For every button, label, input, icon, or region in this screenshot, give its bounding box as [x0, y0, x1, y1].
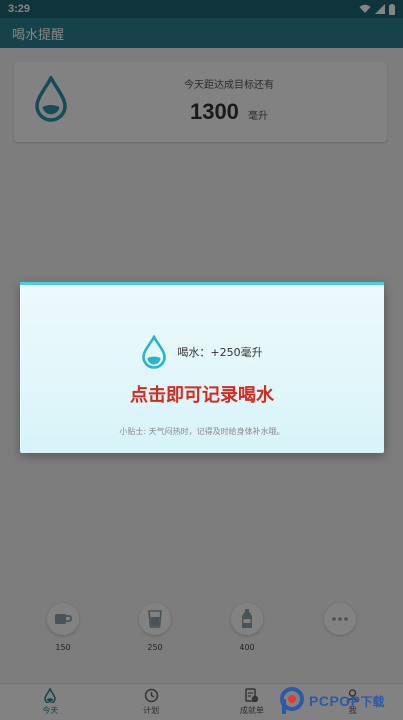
- water-drop-icon: [142, 335, 167, 369]
- watermark-suffix: 下载: [360, 694, 385, 709]
- record-drink-headline[interactable]: 点击即可记录喝水: [20, 381, 384, 407]
- watermark-text: PCPOP: [309, 693, 361, 709]
- pcpop-logo-icon: [280, 687, 304, 714]
- drink-amount-text: 喝水：+250毫升: [177, 346, 263, 359]
- tip-text: 小贴士: 天气闷热时，记得及时给身体补水哦。: [119, 427, 285, 436]
- drink-row: 喝水：+250毫升: [20, 335, 384, 369]
- watermark-logo: PCPOP 下载: [279, 685, 403, 717]
- drink-dialog[interactable]: 喝水：+250毫升 点击即可记录喝水 小贴士: 天气闷热时，记得及时给身体补水哦…: [20, 282, 384, 453]
